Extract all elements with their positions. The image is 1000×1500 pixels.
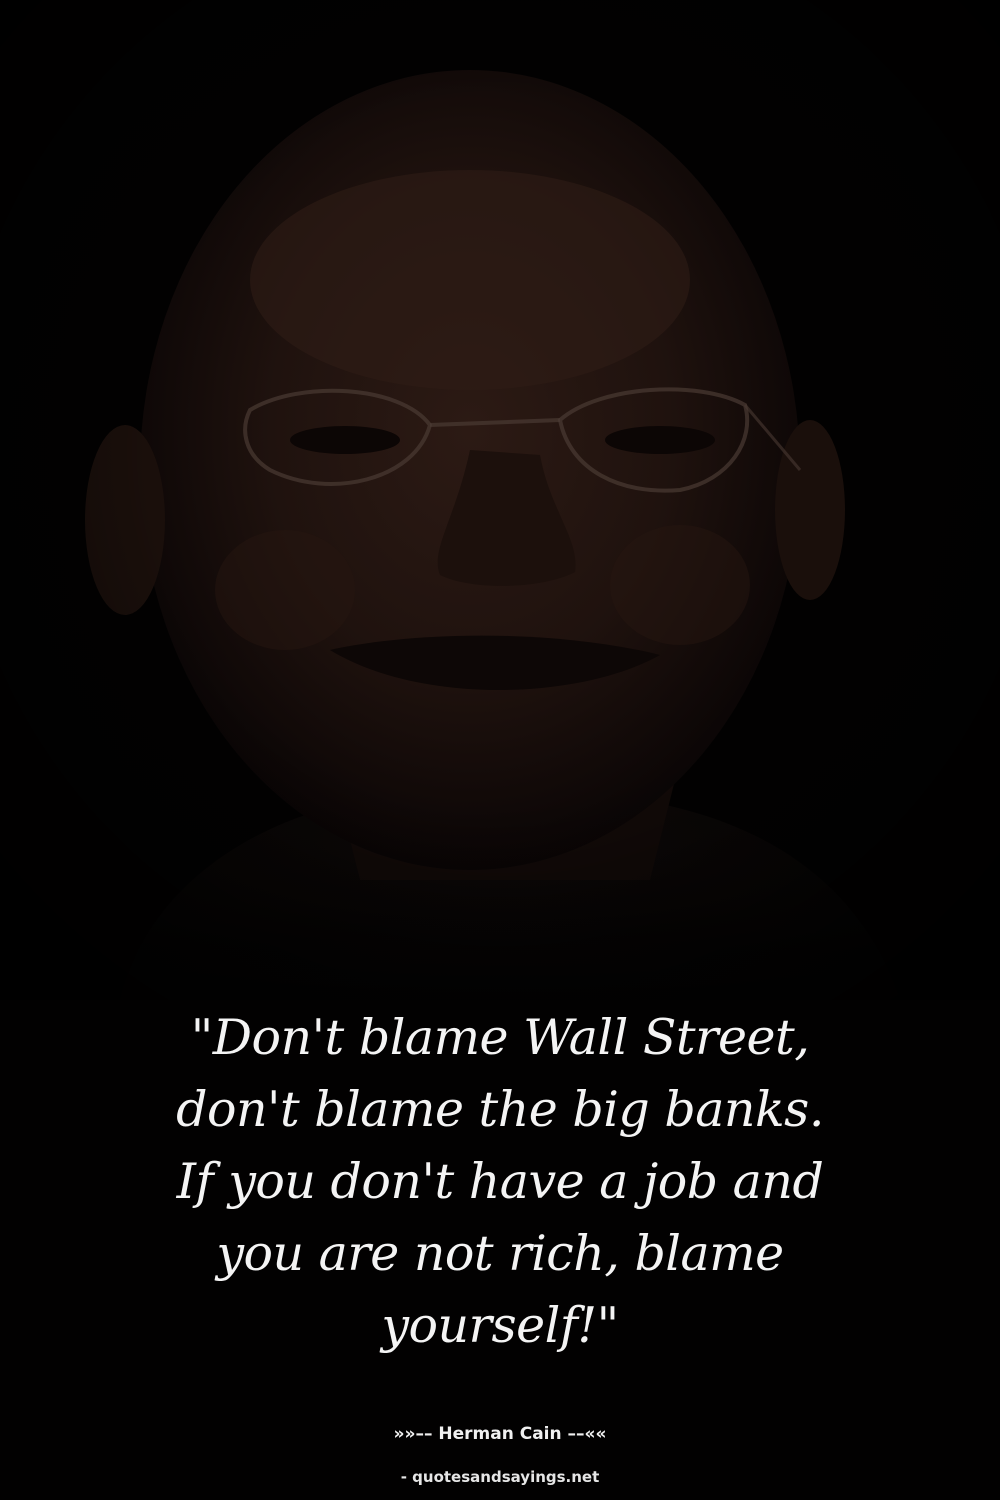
quote-text: "Don't blame Wall Street, don't blame th… bbox=[100, 1002, 900, 1362]
quote-line: If you don't have a job and bbox=[176, 1153, 824, 1210]
quote-line: you are not rich, blame bbox=[216, 1225, 784, 1282]
source-credit: - quotesandsayings.net bbox=[400, 1468, 600, 1486]
quote-line: don't blame the big banks. bbox=[176, 1081, 824, 1138]
portrait-image bbox=[0, 0, 1000, 1000]
quote-line: "Don't blame Wall Street, bbox=[190, 1009, 810, 1066]
quote-card: "Don't blame Wall Street, don't blame th… bbox=[0, 0, 1000, 1500]
quote-author: »»–– Herman Cain ––«« bbox=[393, 1424, 607, 1444]
quote-line: yourself!" bbox=[381, 1297, 619, 1354]
